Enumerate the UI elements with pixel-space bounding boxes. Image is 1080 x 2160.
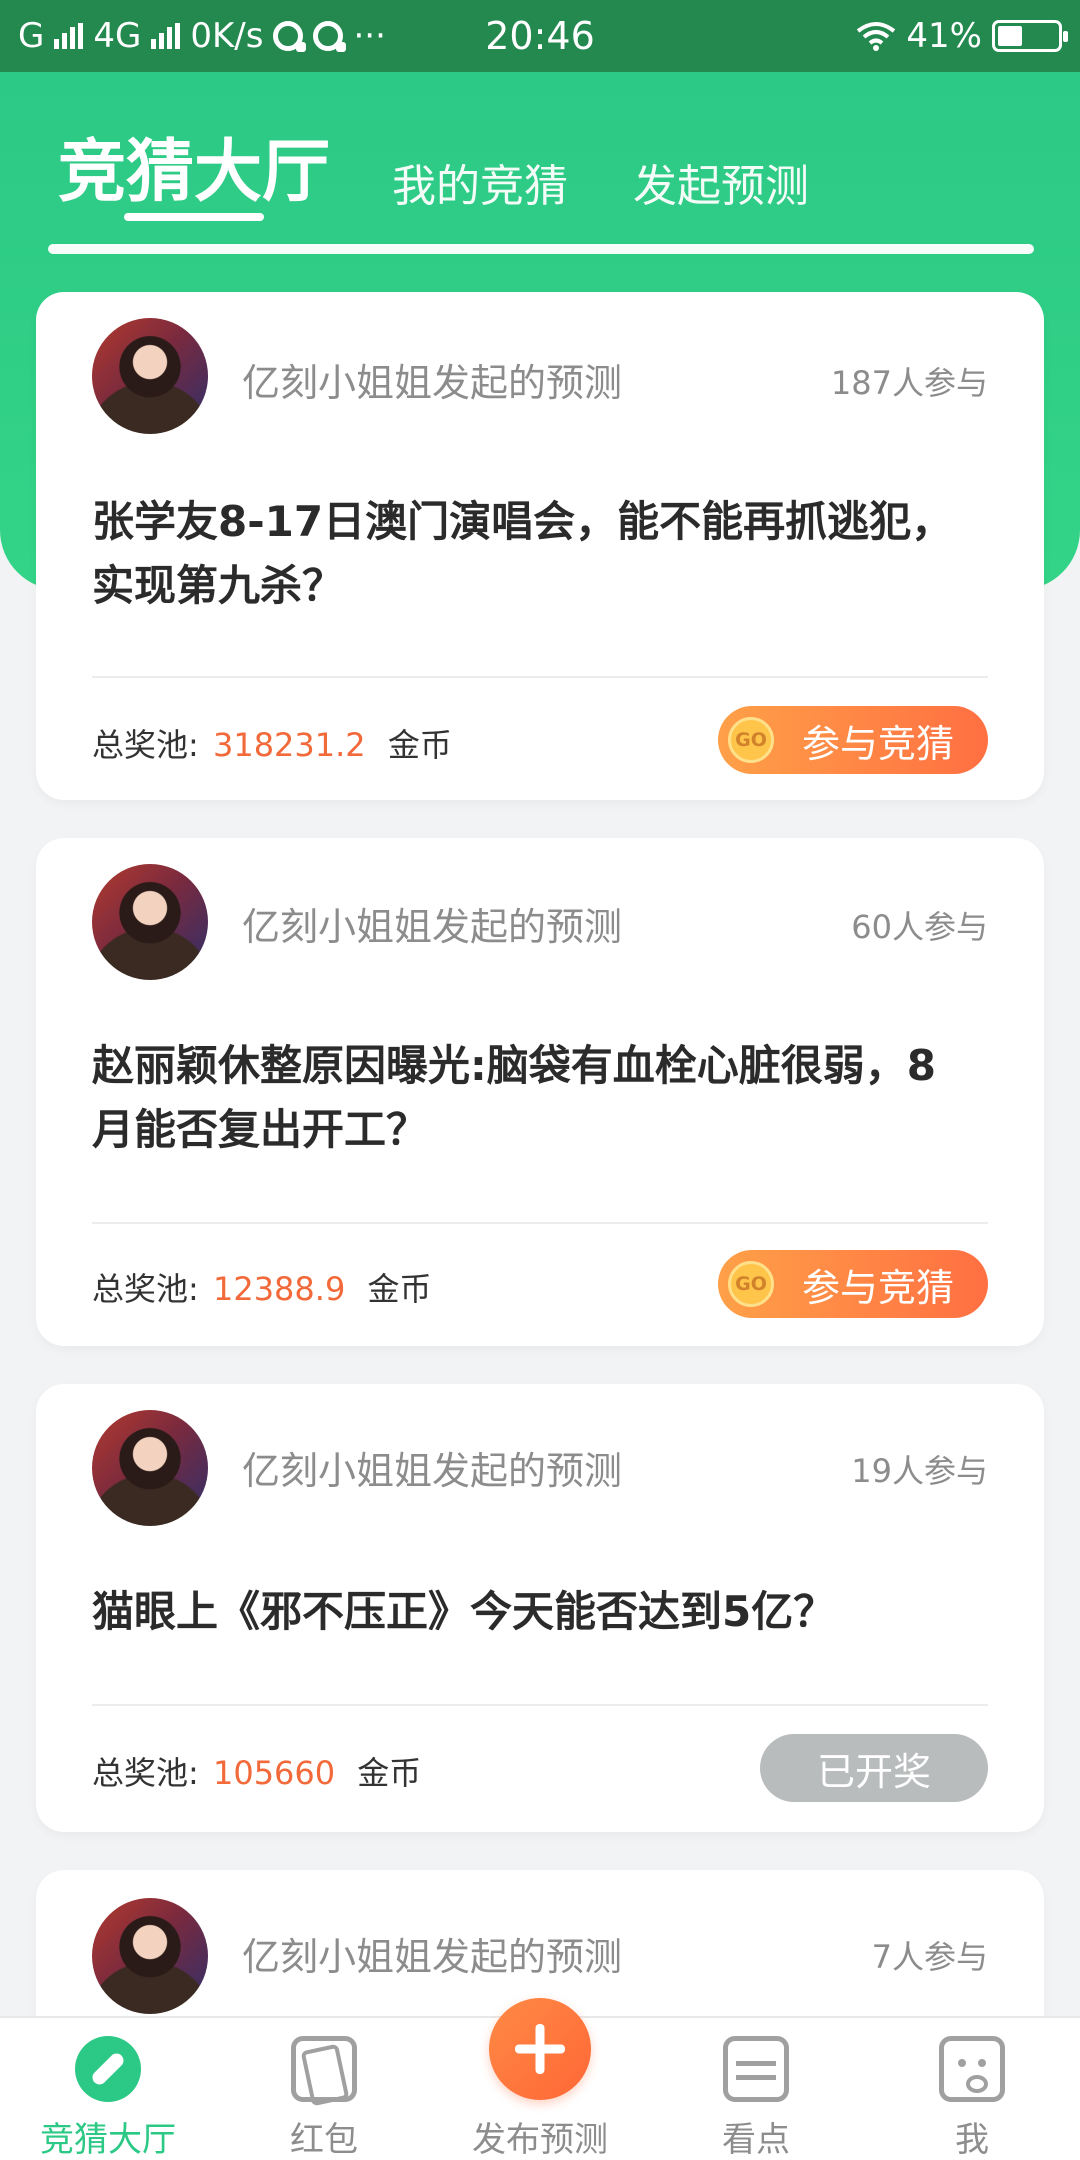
status-left: G 4G 0K/s ··· xyxy=(18,16,386,56)
question-text: 赵丽颖休整原因曝光:脑袋有血栓心脏很弱，8月能否复出开工？ xyxy=(92,1041,937,1154)
notification-icon xyxy=(273,21,307,52)
initiator-label: 亿刻小姐姐发起的预测 xyxy=(242,905,623,949)
red-packet-icon xyxy=(291,2036,357,2102)
battery-percent: 41% xyxy=(906,16,982,56)
tabbar-label-hall: 竞猜大厅 xyxy=(40,2120,176,2160)
notification-icon xyxy=(313,21,347,52)
avatar xyxy=(92,864,208,980)
prediction-card[interactable]: 亿刻小姐姐发起的预测 19人参与 猫眼上《邪不压正》今天能否达到5亿？ 总奖池:… xyxy=(36,1384,1044,1832)
tabbar-label-publish: 发布预测 xyxy=(472,2120,608,2160)
tabbar-label-red-packet: 红包 xyxy=(290,2120,358,2160)
initiator-label: 亿刻小姐姐发起的预测 xyxy=(242,361,623,405)
pool-unit: 金币 xyxy=(357,1754,422,1792)
prediction-card[interactable]: 亿刻小姐姐发起的预测 60人参与 赵丽颖休整原因曝光:脑袋有血栓心脏很弱，8月能… xyxy=(36,838,1044,1346)
tabbar-item-me[interactable]: 我 xyxy=(864,2018,1080,2160)
prize-pool: 总奖池: 318231.2 金币 xyxy=(92,720,452,766)
status-time: 20:46 xyxy=(485,14,595,58)
avatar xyxy=(92,1410,208,1526)
pool-label: 总奖池: xyxy=(92,1754,199,1792)
join-guess-label: 参与竞猜 xyxy=(801,1265,954,1310)
battery-icon xyxy=(992,20,1068,52)
tabbar-label-me: 我 xyxy=(955,2120,989,2160)
avatar xyxy=(92,1898,208,2014)
tab-my-guess[interactable]: 我的竞猜 xyxy=(392,150,568,214)
top-tabs: 竞猜大厅 我的竞猜 发起预测 xyxy=(0,72,1080,252)
pool-unit: 金币 xyxy=(387,726,452,764)
signal-icon xyxy=(151,23,181,49)
pool-unit: 金币 xyxy=(367,1270,432,1308)
go-coin-icon: GO xyxy=(728,717,774,763)
initiator-label: 亿刻小姐姐发起的预测 xyxy=(242,1449,623,1493)
status-bar: G 4G 0K/s ··· 20:46 41% xyxy=(0,0,1080,72)
card-divider xyxy=(92,676,988,678)
signal-icon xyxy=(54,23,84,49)
network-speed: 0K/s xyxy=(190,16,264,56)
initiator-label: 亿刻小姐姐发起的预测 xyxy=(242,1935,623,1979)
question-text: 张学友8-17日澳门演唱会，能不能再抓逃犯，实现第九杀？ xyxy=(92,497,954,610)
prediction-card[interactable]: 亿刻小姐姐发起的预测 187人参与 张学友8-17日澳门演唱会，能不能再抓逃犯，… xyxy=(36,292,1044,800)
compass-icon xyxy=(75,2036,141,2102)
profile-icon xyxy=(939,2036,1005,2102)
join-guess-button[interactable]: GO 参与竞猜 xyxy=(718,706,988,774)
more-indicator: ··· xyxy=(353,16,386,56)
participant-count: 19人参与 xyxy=(851,1452,988,1490)
tab-guess-hall[interactable]: 竞猜大厅 xyxy=(58,116,330,215)
pool-label: 总奖池: xyxy=(92,726,199,764)
participant-count: 7人参与 xyxy=(871,1938,988,1976)
publish-plus-button[interactable] xyxy=(489,1998,591,2100)
tab-start-prediction[interactable]: 发起预测 xyxy=(633,150,809,214)
active-tab-indicator xyxy=(124,213,264,221)
participant-count: 187人参与 xyxy=(830,364,988,402)
tabbar-item-highlights[interactable]: 看点 xyxy=(648,2018,864,2160)
join-guess-button[interactable]: GO 参与竞猜 xyxy=(718,1250,988,1318)
status-right: 41% xyxy=(856,16,1068,56)
pool-amount: 318231.2 xyxy=(212,726,366,764)
pool-amount: 12388.9 xyxy=(212,1270,346,1308)
card-divider xyxy=(92,1704,988,1706)
join-guess-label: 参与竞猜 xyxy=(801,721,954,766)
card-divider xyxy=(92,1222,988,1224)
pool-label: 总奖池: xyxy=(92,1270,199,1308)
tabbar-label-highlights: 看点 xyxy=(722,2120,790,2160)
tabbar-item-hall[interactable]: 竞猜大厅 xyxy=(0,2018,216,2160)
prize-pool: 总奖池: 105660 金币 xyxy=(92,1748,421,1794)
news-icon xyxy=(723,2036,789,2102)
prize-pool: 总奖池: 12388.9 金币 xyxy=(92,1264,431,1310)
pool-amount: 105660 xyxy=(212,1754,336,1792)
go-coin-icon: GO xyxy=(728,1261,774,1307)
wifi-icon xyxy=(857,22,896,51)
participant-count: 60人参与 xyxy=(851,908,988,946)
question-text: 猫眼上《邪不压正》今天能否达到5亿？ xyxy=(92,1587,836,1636)
tabbar-item-red-packet[interactable]: 红包 xyxy=(216,2018,432,2160)
carrier-label: G xyxy=(18,16,45,56)
header-divider xyxy=(48,244,1034,254)
network-type: 4G xyxy=(93,16,142,56)
avatar xyxy=(92,318,208,434)
drawn-status-button[interactable]: 已开奖 xyxy=(760,1734,988,1802)
